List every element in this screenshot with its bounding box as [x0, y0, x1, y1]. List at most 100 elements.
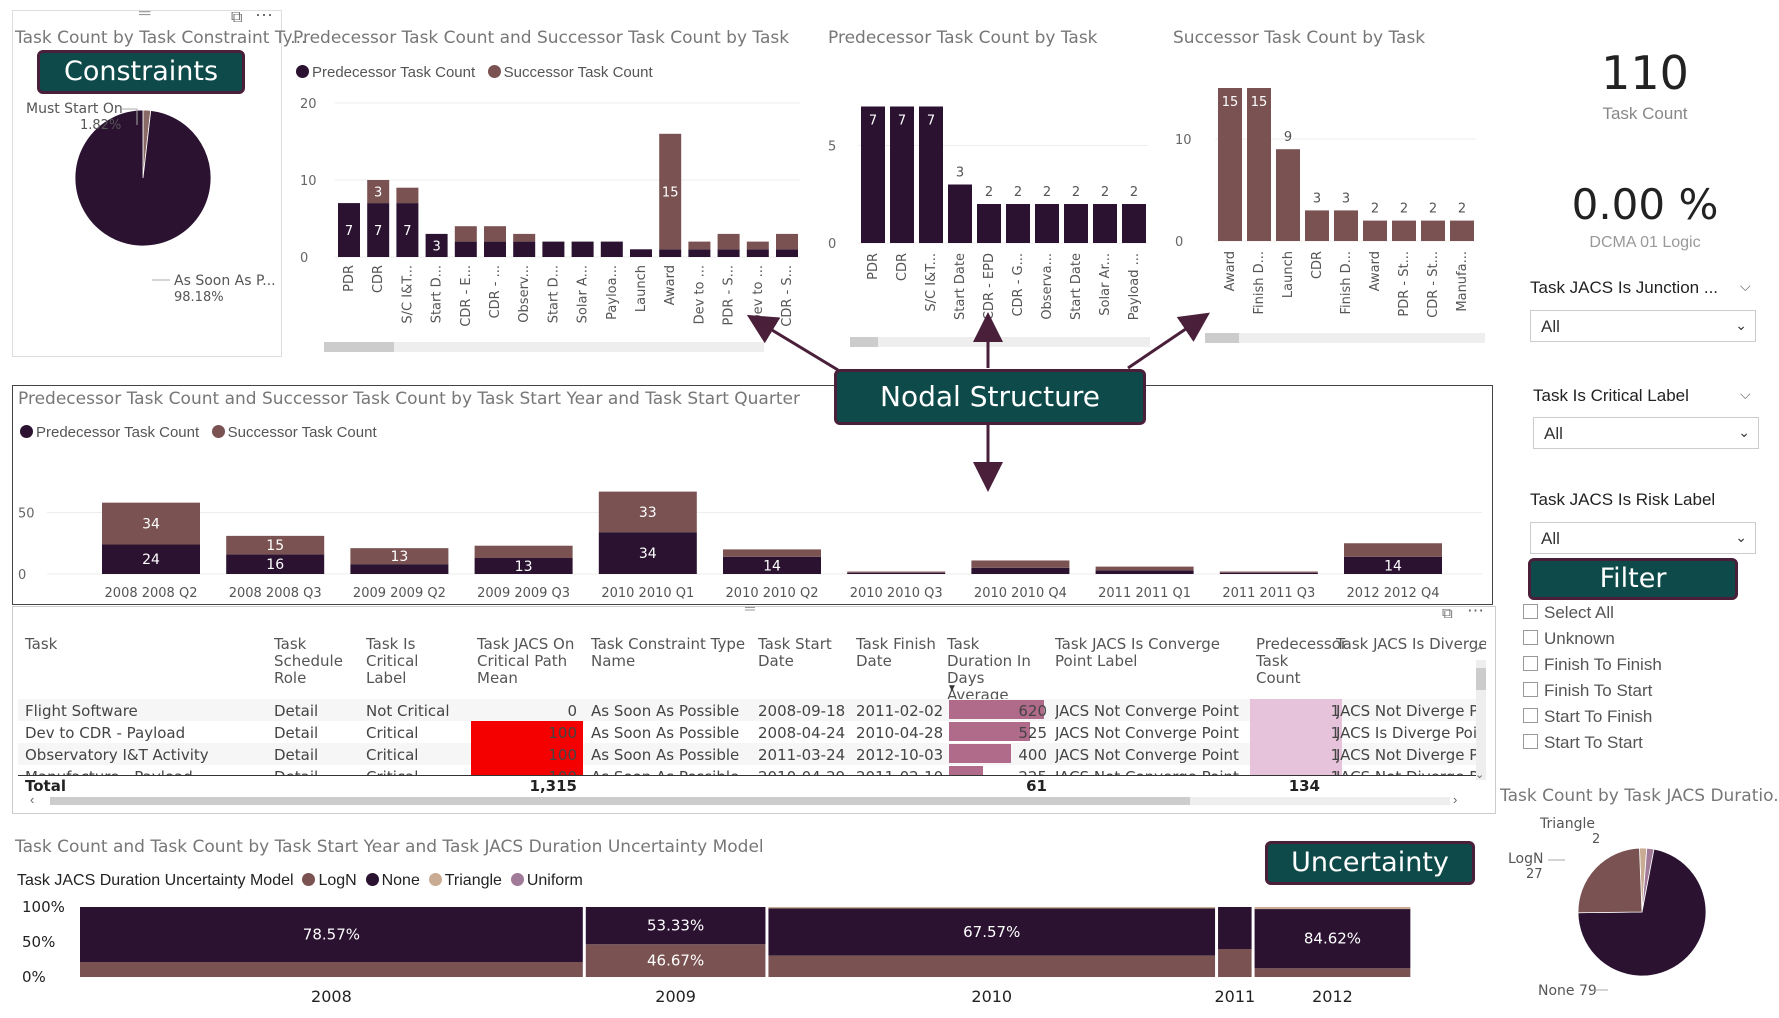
legend-title: Task JACS Duration Uncertainty Model — [17, 872, 294, 889]
scroll-up-icon[interactable]: ⌃ — [1475, 645, 1484, 658]
chart3-scrollbar[interactable] — [1205, 333, 1485, 343]
total-critical-path: 1,315 — [529, 777, 577, 795]
cell-pred: 1 — [1250, 768, 1340, 775]
checkbox-box[interactable] — [1523, 682, 1538, 697]
cell-pred: 1 — [1330, 746, 1340, 764]
bar — [1334, 210, 1358, 241]
table-drag-handle-icon[interactable]: ═ — [745, 600, 755, 616]
cell-task: Flight Software — [25, 702, 138, 720]
bar-predecessor — [542, 241, 565, 257]
table-focus-mode-icon[interactable]: ⧉ — [1442, 605, 1453, 622]
slicer-junction-dropdown[interactable]: All ⌄ — [1530, 310, 1756, 342]
col-header-task[interactable]: Task — [25, 636, 225, 653]
pie2-label-triangle: Triangle — [1539, 816, 1595, 832]
sort-descending-icon[interactable]: ▼ — [947, 683, 957, 694]
legend-dot-none — [365, 873, 379, 886]
cell-finish: 2010-04-28 — [856, 724, 944, 742]
x-tick-label: Launch — [634, 265, 649, 312]
table-row[interactable]: Observatory I&T Activity Detail Critical 10… — [18, 743, 1481, 765]
x-tick-label: CDR - EPD — [982, 253, 997, 320]
slicer-critical-collapse-icon[interactable]: ⌵ — [1740, 386, 1751, 403]
data-label: 7 — [898, 114, 906, 129]
col-header-critical-label[interactable]: Task Is Critical Label — [366, 636, 456, 687]
table-more-options-icon[interactable]: ⋯ — [1467, 601, 1484, 621]
data-label: 15 — [266, 538, 284, 554]
checkbox-start-to-start[interactable]: Start To Start — [1523, 733, 1643, 753]
cell-role: Detail — [274, 768, 354, 775]
chart1-scrollbar[interactable] — [324, 342, 764, 352]
table-body: Flight Software Detail Not Critical 0 As Soo… — [18, 699, 1484, 775]
scroll-left-icon[interactable]: ‹ — [30, 792, 34, 807]
bar-predecessor — [688, 249, 711, 257]
bar — [1093, 204, 1117, 243]
x-tick-label: Payload ... — [1127, 253, 1142, 320]
data-label: 46.67% — [647, 952, 704, 970]
col-header-critical-path-mean[interactable]: Task JACS On Critical Path Mean — [477, 636, 577, 687]
checkbox-box[interactable] — [1523, 734, 1538, 749]
chevron-down-icon: ⌄ — [1735, 317, 1747, 333]
checkbox-finish-to-start[interactable]: Finish To Start — [1523, 681, 1652, 701]
checkbox-box[interactable] — [1523, 708, 1538, 723]
x-tick-label: 2010 2010 Q1 — [601, 586, 694, 601]
pie-label-must-start-on: Must Start On — [26, 101, 123, 117]
checkbox-box[interactable] — [1523, 656, 1538, 671]
col-header-schedule-role[interactable]: Task Schedule Role — [274, 636, 350, 687]
pie2-label-logn: LogN — [1508, 851, 1543, 867]
slicer-junction-collapse-icon[interactable]: ⌵ — [1740, 278, 1751, 295]
segment-logn — [80, 961, 583, 977]
bar — [1247, 88, 1271, 241]
checkbox-select-all[interactable]: Select All — [1523, 603, 1614, 623]
checkbox-unknown[interactable]: Unknown — [1523, 629, 1615, 649]
checkbox-box[interactable] — [1523, 604, 1538, 619]
checkbox-start-to-finish[interactable]: Start To Finish — [1523, 707, 1652, 727]
table-vscrollbar[interactable] — [1476, 660, 1486, 780]
x-tick-label: Solar A... — [576, 265, 591, 323]
bar-predecessor — [659, 249, 682, 257]
bar-successor — [484, 226, 506, 242]
slicer-risk-dropdown[interactable]: All ⌄ — [1530, 522, 1756, 554]
chart4-legend: Predecessor Task Count Successor Task Co… — [20, 424, 377, 441]
chart5-title: Task Count and Task Count by Task Start … — [15, 837, 764, 857]
legend-dot-logn — [302, 873, 316, 886]
data-label: 34 — [639, 546, 657, 562]
table-row[interactable]: Dev to CDR - Payload Detail Critical 100 As … — [18, 721, 1481, 743]
drag-handle-icon[interactable]: ═ — [139, 5, 150, 23]
focus-mode-icon[interactable]: ⧉ — [231, 9, 242, 27]
checkbox-box[interactable] — [1523, 630, 1538, 645]
bar-predecessor — [776, 249, 798, 257]
table-row[interactable]: Manufacture - Payload Detail Critical 100 As… — [18, 765, 1481, 775]
col-header-constraint-type[interactable]: Task Constraint Type Name — [591, 636, 761, 670]
bar-successor — [847, 571, 946, 573]
x-tick-label: Start D... — [546, 265, 561, 323]
data-label: 3 — [374, 186, 382, 201]
x-tick-label: Payloa... — [605, 265, 620, 320]
checkbox-finish-to-finish[interactable]: Finish To Finish — [1523, 655, 1662, 675]
col-header-diverge[interactable]: Task JACS Is Diverge Label — [1336, 636, 1486, 653]
x-tick-label: 2009 2009 Q3 — [477, 586, 570, 601]
legend-dot-triangle — [428, 873, 442, 886]
cell-constraint: As Soon As Possible — [591, 746, 740, 764]
slicer-critical-dropdown[interactable]: All ⌄ — [1533, 417, 1759, 449]
x-tick-label: Solar Ar... — [1098, 253, 1113, 316]
table-hscrollbar[interactable] — [50, 797, 1450, 805]
x-tick-label: 2009 — [655, 987, 696, 1006]
x-tick-label: 2012 2012 Q4 — [1347, 586, 1440, 601]
bar — [1276, 149, 1300, 241]
cell-finish: 2012-10-03 — [856, 746, 944, 764]
table-row[interactable]: Flight Software Detail Not Critical 0 As Soo… — [18, 699, 1481, 721]
data-label: 78.57% — [303, 925, 360, 943]
col-header-predecessor-count[interactable]: Predecessor Task Count — [1256, 636, 1347, 687]
col-header-duration[interactable]: Task Duration In Days Average — [947, 636, 1047, 704]
scroll-down-icon[interactable]: ⌄ — [1475, 768, 1484, 781]
more-options-icon[interactable]: ⋯ — [255, 5, 273, 26]
x-tick-label: CDR — [1310, 251, 1325, 279]
x-tick-label: Award — [1368, 251, 1383, 291]
col-header-converge[interactable]: Task JACS Is Converge Point Label — [1055, 636, 1220, 670]
col-header-start-date[interactable]: Task Start Date — [758, 636, 834, 670]
chart2-scrollbar[interactable] — [850, 337, 1150, 347]
bar — [1392, 220, 1416, 241]
y-tick-label: 0 — [1175, 235, 1183, 250]
scroll-right-icon[interactable]: › — [1453, 792, 1457, 807]
col-header-finish-date[interactable]: Task Finish Date — [856, 636, 936, 670]
data-label: 84.62% — [1304, 930, 1361, 948]
